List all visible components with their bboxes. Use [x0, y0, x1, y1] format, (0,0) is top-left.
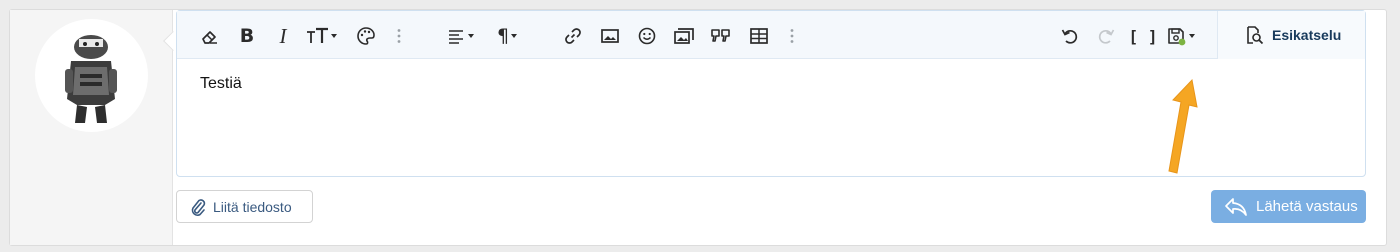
drafts-button[interactable]: [1165, 24, 1201, 48]
text-size-icon: [307, 27, 337, 43]
font-size-button[interactable]: [303, 24, 341, 48]
chevron-down-icon: [468, 34, 474, 38]
paragraph-button[interactable]: ¶: [490, 24, 526, 48]
preview-button[interactable]: Esikatselu: [1217, 11, 1365, 59]
preview-icon: [1247, 26, 1264, 45]
quote-button[interactable]: [708, 24, 734, 48]
bold-icon: B: [239, 25, 255, 47]
italic-button[interactable]: I: [270, 24, 296, 48]
media-icon: [674, 28, 694, 44]
redo-icon: [1098, 29, 1115, 44]
annotation-arrow: [1150, 78, 1210, 181]
attach-files-button[interactable]: Liitä tiedosto: [176, 190, 313, 223]
save-draft-icon: [1168, 28, 1195, 46]
preview-label: Esikatselu: [1272, 27, 1342, 43]
editor-toolbar: B I ¶ [] Esikatselu: [177, 11, 1365, 59]
post-reply-button[interactable]: Lähetä vastaus: [1211, 190, 1366, 223]
text-color-button[interactable]: [353, 24, 379, 48]
table-icon: [750, 28, 768, 44]
editor-content[interactable]: Testiä: [200, 75, 242, 93]
image-icon: [601, 29, 619, 43]
insert-image-button[interactable]: [597, 24, 623, 48]
redo-button[interactable]: [1093, 24, 1119, 48]
kebab-icon: [397, 29, 401, 43]
chevron-down-icon: [331, 34, 337, 38]
eraser-icon: [202, 31, 217, 44]
paperclip-icon: [191, 198, 206, 216]
insert-media-button[interactable]: [671, 24, 697, 48]
more-text-options-button[interactable]: [394, 24, 404, 48]
smiley-icon: [638, 27, 656, 45]
quote-icon: [711, 29, 730, 42]
undo-icon: [1061, 29, 1078, 44]
brackets-icon: [ ]: [1128, 26, 1158, 46]
kebab-icon: [790, 29, 794, 43]
chevron-down-icon: [1189, 34, 1195, 38]
attach-files-label: Liitä tiedosto: [213, 198, 292, 215]
link-icon: [565, 28, 581, 44]
pilcrow-icon: ¶: [496, 25, 510, 47]
draft-saved-indicator: [1178, 38, 1186, 46]
emoji-button[interactable]: [634, 24, 660, 48]
align-button[interactable]: [445, 24, 481, 48]
reply-icon: [1225, 197, 1247, 216]
undo-button[interactable]: [1057, 24, 1083, 48]
post-reply-label: Lähetä vastaus: [1256, 198, 1358, 215]
table-button[interactable]: [746, 24, 772, 48]
avatar[interactable]: [35, 19, 148, 132]
avatar-column: [10, 10, 173, 245]
bold-button[interactable]: B: [234, 24, 260, 48]
chevron-down-icon: [511, 34, 518, 38]
more-insert-options-button[interactable]: [787, 24, 797, 48]
bbcode-toggle-button[interactable]: [ ]: [1128, 24, 1158, 48]
palette-icon: [357, 27, 375, 45]
avatar-image: [65, 35, 117, 123]
italic-icon: I: [279, 23, 287, 48]
align-left-icon: [449, 30, 474, 44]
link-button[interactable]: [560, 24, 586, 48]
clear-formatting-button[interactable]: [197, 24, 223, 48]
